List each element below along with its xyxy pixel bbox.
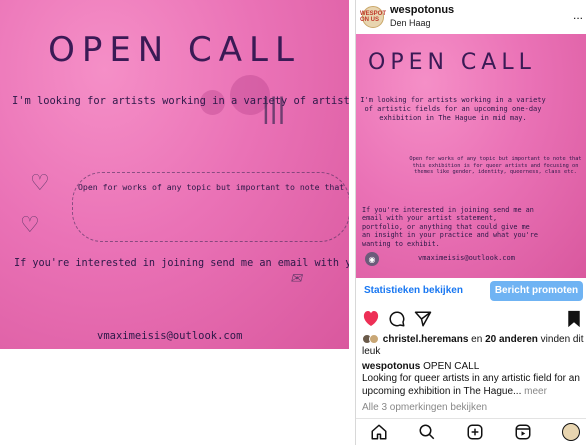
poster-topics-text: Open for works of any topic but importan… xyxy=(78,182,345,192)
caption-body: Looking for queer artists in any artisti… xyxy=(362,373,586,398)
caption-text: Looking for queer artists in any artisti… xyxy=(362,373,580,397)
view-insights-link[interactable]: Statistieken bekijken xyxy=(364,285,463,296)
heart-icon[interactable] xyxy=(362,310,380,327)
view-comments-link[interactable]: Alle 3 opmerkingen bekijken xyxy=(362,402,487,413)
post-image-contact: If you're interested in joining send me … xyxy=(362,206,538,248)
create-post-icon[interactable] xyxy=(466,423,484,441)
post-username[interactable]: wespotonus xyxy=(390,4,454,16)
poster-title: OPEN CALL xyxy=(48,30,301,70)
exclamation-marks-doodle: ||| xyxy=(262,92,286,125)
likes-connector: en xyxy=(468,334,486,345)
search-icon[interactable] xyxy=(418,423,436,441)
email-doodle: ✉ xyxy=(290,270,302,286)
poster-email: vmaximeisis@outlook.com xyxy=(97,330,243,342)
comment-icon[interactable] xyxy=(388,310,406,328)
caption-more-link[interactable]: meer xyxy=(521,386,547,397)
caption-header: wespotonus OPEN CALL xyxy=(362,361,586,373)
heart-doodle-icon: ♡ xyxy=(20,212,40,237)
bottom-navigation xyxy=(356,418,586,445)
likes-line[interactable]: christel.heremans en 20 anderen vinden d… xyxy=(362,334,586,358)
post-image-intro: I'm looking for artists working in a var… xyxy=(360,96,546,122)
reels-icon[interactable] xyxy=(514,423,532,441)
poster-contact-text: If you're interested in joining send me … xyxy=(14,258,349,269)
heart-doodle-icon: ♡ xyxy=(30,170,50,195)
caption-title: OPEN CALL xyxy=(420,361,480,372)
more-options-icon[interactable]: ... xyxy=(573,8,583,22)
post-header: WESPOT ON US wespotonus Den Haag ... xyxy=(356,0,586,34)
caption-username[interactable]: wespotonus xyxy=(362,361,420,372)
post-icons-row xyxy=(356,308,586,330)
avatar[interactable]: WESPOT ON US xyxy=(360,6,386,28)
home-icon[interactable] xyxy=(370,423,388,441)
liker-avatars xyxy=(362,334,380,345)
likes-count[interactable]: 20 anderen xyxy=(485,334,538,345)
bookmark-icon[interactable] xyxy=(567,310,581,328)
post-image-email: vmaximeisis@outlook.com xyxy=(418,254,515,262)
poster-intro-text: I'm looking for artists working in a var… xyxy=(12,95,349,107)
instagram-post: WESPOT ON US wespotonus Den Haag ... OPE… xyxy=(355,0,586,445)
send-icon[interactable] xyxy=(414,310,432,328)
post-image[interactable]: OPEN CALL I'm looking for artists workin… xyxy=(356,34,586,278)
post-location[interactable]: Den Haag xyxy=(390,18,431,28)
post-image-topics: Open for works of any topic but importan… xyxy=(409,156,582,176)
post-image-title: OPEN CALL xyxy=(368,50,536,75)
tag-people-icon[interactable]: ◉ xyxy=(365,252,379,266)
profile-avatar-icon[interactable] xyxy=(562,423,580,441)
promote-post-button[interactable]: Bericht promoten xyxy=(490,281,583,301)
liker-username[interactable]: christel.heremans xyxy=(383,334,469,345)
poster-image: OPEN CALL I'm looking for artists workin… xyxy=(0,0,349,349)
post-action-bar: Statistieken bekijken Bericht promoten xyxy=(356,278,586,304)
